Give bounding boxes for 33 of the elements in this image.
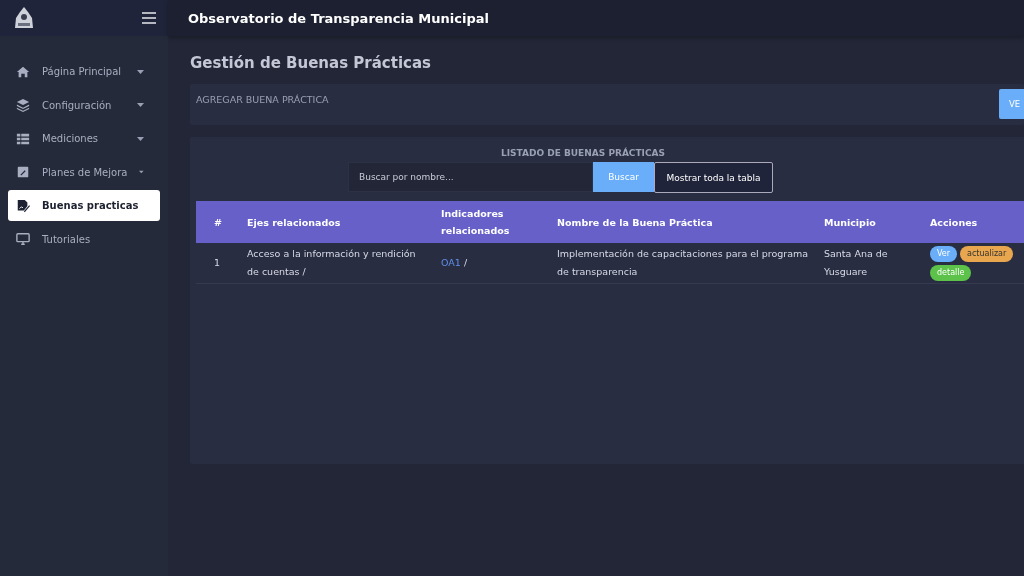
column-header: Nombre de la Buena Práctica: [551, 201, 818, 243]
page-heading: Gestión de Buenas Prácticas: [190, 54, 432, 72]
update-button[interactable]: actualizar: [960, 245, 1014, 262]
sidebar-item[interactable]: Mediciones: [8, 123, 160, 154]
column-header: Ejes relacionados: [241, 201, 435, 243]
sidebar-item[interactable]: Planes de Mejora: [8, 156, 160, 188]
sidebar-item[interactable]: Buenas practicas: [8, 190, 160, 221]
sidebar-item[interactable]: Configuración: [8, 89, 160, 121]
table-cell: Santa Ana de Yusguare: [818, 243, 924, 284]
logo-icon: [14, 6, 34, 30]
app-title: Observatorio de Transparencia Municipal: [168, 0, 1024, 36]
edit-icon: [16, 165, 30, 179]
indicator-link[interactable]: OA1: [441, 257, 461, 268]
separator: /: [462, 257, 468, 268]
menu-icon[interactable]: [142, 12, 156, 24]
grid-icon: [16, 131, 30, 146]
list-title: LISTADO DE BUENAS PRÁCTICAS: [499, 148, 666, 158]
sidebar-item[interactable]: Página Principal: [8, 56, 160, 87]
monitor-icon: [16, 232, 30, 246]
sidebar-item[interactable]: Tutoriales: [8, 223, 160, 255]
table-cell: Implementación de capacitaciones para el programa de transparencia: [551, 243, 818, 284]
column-header: Indicadores relacionados: [435, 201, 551, 243]
show-all-button[interactable]: Mostrar toda la tabla: [654, 162, 773, 193]
column-header: Municipio: [818, 201, 924, 243]
home-icon: [16, 64, 30, 79]
table-cell: 1: [196, 243, 241, 284]
column-header: Acciones: [924, 201, 1024, 243]
search-field[interactable]: Buscar por nombre...: [348, 162, 593, 192]
column-header: #: [196, 201, 241, 243]
layers-icon: [16, 98, 30, 112]
table-cell: Acceso a la información y rendición de cuentas /: [241, 243, 435, 284]
panel-label: AGREGAR BUENA PRÁCTICA: [196, 94, 329, 107]
document-icon: [16, 198, 30, 213]
